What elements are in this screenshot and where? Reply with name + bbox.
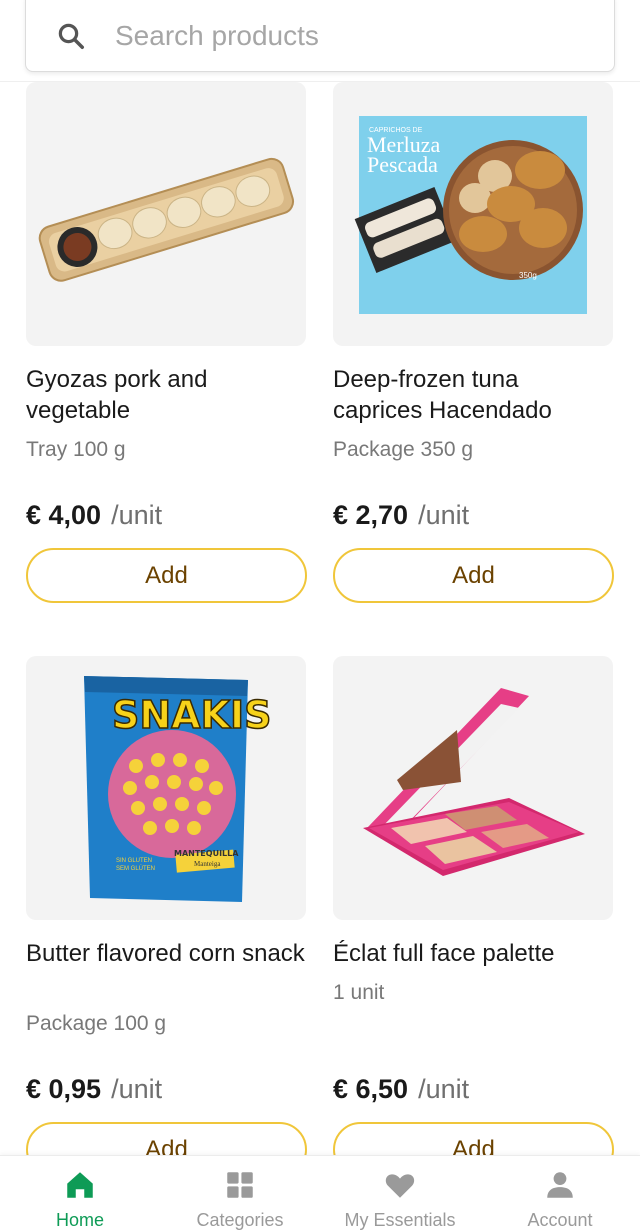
nav-my-essentials[interactable]: My Essentials bbox=[320, 1156, 480, 1231]
snakis-flavor2-text: Manteiga bbox=[194, 860, 221, 868]
product-name[interactable]: Gyozas pork and vegetable bbox=[26, 364, 306, 426]
price-row: € 0,95/unit bbox=[26, 1074, 162, 1105]
gluten-text-2: SEM GLÚTEN bbox=[116, 865, 155, 872]
snakis-brand-text: SNAKIS bbox=[112, 693, 272, 737]
gluten-text-1: SIN GLUTEN bbox=[116, 858, 152, 864]
product-unit: Tray 100 g bbox=[26, 438, 126, 461]
price-row: € 6,50/unit bbox=[333, 1074, 469, 1105]
search-header bbox=[0, 0, 640, 82]
add-button[interactable]: Add bbox=[26, 548, 307, 603]
search-bar[interactable] bbox=[25, 0, 615, 72]
nav-label-account: Account bbox=[527, 1210, 593, 1230]
price-per: /unit bbox=[418, 500, 470, 530]
person-icon bbox=[547, 1172, 573, 1198]
product-unit: Package 350 g bbox=[333, 438, 474, 461]
nav-home[interactable]: Home bbox=[0, 1156, 160, 1231]
home-icon bbox=[67, 1172, 93, 1198]
search-icon[interactable] bbox=[56, 21, 86, 51]
product-price: € 4,00 bbox=[26, 500, 102, 530]
snakis-bag-image[interactable]: SNAKIS MANTEQUILLA Manteiga SIN GLUTEN S… bbox=[26, 656, 306, 920]
price-per: /unit bbox=[111, 500, 163, 530]
package-title-2: Pescada bbox=[367, 152, 438, 177]
makeup-palette-image[interactable] bbox=[333, 656, 613, 920]
gyoza-tray-image[interactable] bbox=[26, 82, 306, 346]
add-button[interactable]: Add bbox=[333, 1122, 614, 1155]
nav-label-categories: Categories bbox=[196, 1210, 284, 1230]
package-weight: 350g bbox=[519, 271, 537, 280]
product-card[interactable]: CAPRICHOS DE Merluza Pescada 350g Deep-f… bbox=[333, 82, 614, 603]
croquettes-package-image[interactable]: CAPRICHOS DE Merluza Pescada 350g bbox=[333, 82, 613, 346]
product-card[interactable]: Éclat full face palette 1 unit € 6,50/un… bbox=[333, 656, 614, 1155]
price-per: /unit bbox=[111, 1074, 163, 1104]
product-card[interactable]: SNAKIS MANTEQUILLA Manteiga SIN GLUTEN S… bbox=[26, 656, 307, 1155]
product-unit: 1 unit bbox=[333, 981, 385, 1004]
product-grid: Gyozas pork and vegetable Tray 100 g € 4… bbox=[0, 82, 640, 1155]
grid-icon bbox=[227, 1172, 253, 1198]
nav-categories[interactable]: Categories bbox=[160, 1156, 320, 1231]
product-card[interactable]: Gyozas pork and vegetable Tray 100 g € 4… bbox=[26, 82, 307, 603]
product-price: € 2,70 bbox=[333, 500, 409, 530]
nav-label-my-essentials: My Essentials bbox=[344, 1210, 456, 1230]
product-unit: Package 100 g bbox=[26, 1012, 167, 1035]
search-input[interactable] bbox=[115, 20, 555, 52]
price-row: € 2,70/unit bbox=[333, 500, 469, 531]
price-row: € 4,00/unit bbox=[26, 500, 162, 531]
add-button[interactable]: Add bbox=[26, 1122, 307, 1155]
nav-account[interactable]: Account bbox=[480, 1156, 640, 1231]
add-button[interactable]: Add bbox=[333, 548, 614, 603]
snakis-flavor-text: MANTEQUILLA bbox=[174, 849, 239, 858]
product-name[interactable]: Deep-frozen tuna caprices Hacendado bbox=[333, 364, 613, 426]
heart-icon bbox=[385, 1174, 415, 1198]
bottom-nav: Home Categories My Essentials Account bbox=[0, 1155, 640, 1231]
nav-label-home: Home bbox=[55, 1210, 104, 1230]
product-price: € 6,50 bbox=[333, 1074, 409, 1104]
price-per: /unit bbox=[418, 1074, 470, 1104]
product-name[interactable]: Butter flavored corn snack bbox=[26, 938, 306, 1000]
product-price: € 0,95 bbox=[26, 1074, 102, 1104]
